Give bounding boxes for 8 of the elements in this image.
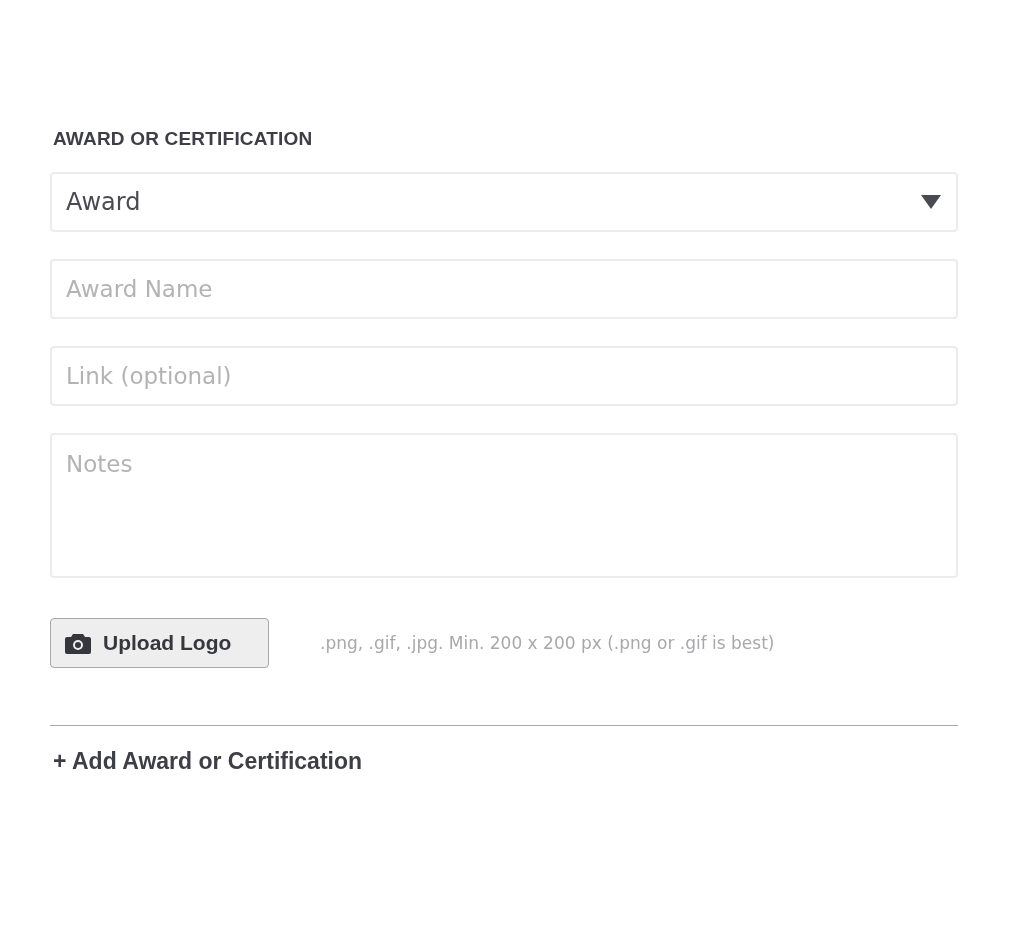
notes-field[interactable]: Notes [50, 433, 958, 578]
upload-hint: .png, .gif, .jpg. Min. 200 x 200 px (.png or .gif is best) [320, 633, 775, 653]
award-type-dropdown[interactable]: Award [50, 172, 958, 232]
text-field[interactable]: Award Name [50, 259, 958, 319]
add-award-link[interactable]: + Add Award or Certification [53, 748, 363, 775]
section-title: AWARD OR CERTIFICATION [53, 128, 314, 150]
upload-logo-button[interactable]: Upload Logo [50, 618, 269, 668]
text-field[interactable]: Link (optional) [50, 346, 958, 406]
